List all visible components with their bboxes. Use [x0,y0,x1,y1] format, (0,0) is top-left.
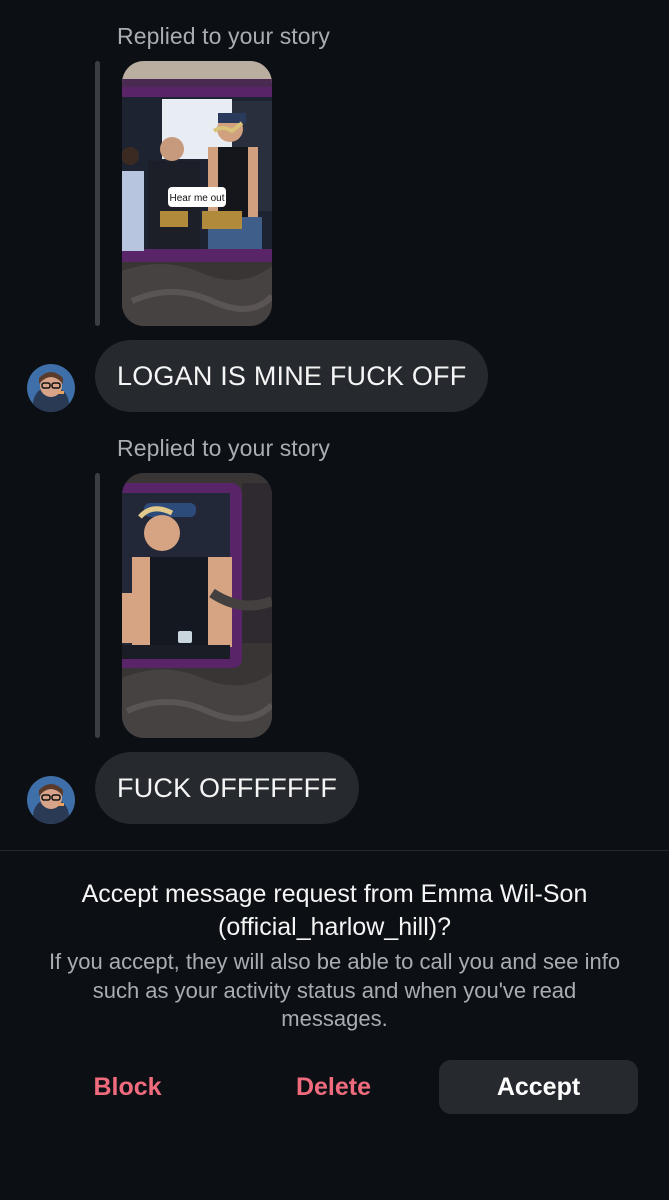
accept-button[interactable]: Accept [439,1060,638,1114]
replied-to-story-label: Replied to your story [117,435,331,461]
message-bubble[interactable]: FUCK OFFFFFFF [95,752,360,824]
message-bubble[interactable]: LOGAN IS MINE FUCK OFF [95,340,489,412]
story-reply-thumbnail[interactable]: Hear me out [122,61,272,326]
avatar-icon [27,364,75,412]
reply-quote-bar [95,473,100,738]
story-caption: Hear me out [169,193,224,204]
request-title: Accept message request from Emma Wil-Son… [81,880,588,941]
divider [0,850,669,851]
replied-to-story-label: Replied to your story [117,23,331,49]
request-description: If you accept, they will also be able to… [48,949,621,1031]
avatar-icon [27,776,75,824]
delete-button[interactable]: Delete [236,1060,431,1114]
block-button[interactable]: Block [30,1060,225,1114]
sender-avatar[interactable] [27,776,75,824]
story-reply-thumbnail[interactable] [122,473,272,738]
story-image [122,473,272,738]
reply-quote-bar [95,61,100,326]
sender-avatar[interactable] [27,364,75,412]
story-image: Hear me out [122,61,272,326]
